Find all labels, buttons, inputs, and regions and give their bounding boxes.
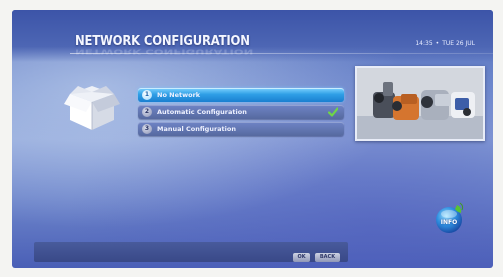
menu-item-number: 3	[142, 124, 152, 134]
menu-item-manual-configuration[interactable]: 3 Manual Configuration	[138, 122, 344, 136]
ok-button[interactable]: OK	[293, 253, 310, 262]
menu-item-automatic-configuration[interactable]: 2 Automatic Configuration	[138, 105, 344, 119]
page-title-reflection: NETWORK CONFIGURATION	[75, 47, 254, 56]
info-orb-icon[interactable]	[432, 201, 466, 235]
menu-list: 1 No Network 2 Automatic Configuration 3…	[138, 88, 344, 139]
tv-screen: NETWORK CONFIGURATION NETWORK CONFIGURAT…	[12, 10, 493, 268]
checkmark-icon	[328, 107, 338, 117]
back-button[interactable]: BACK	[315, 253, 340, 262]
camcorders-photo	[357, 68, 483, 139]
menu-item-no-network[interactable]: 1 No Network	[138, 88, 344, 102]
menu-item-number: 2	[142, 107, 152, 117]
clock-date: TUE 26 JUL	[442, 40, 475, 47]
clock: 14:35 • TUE 26 JUL	[415, 40, 475, 47]
menu-item-label: Automatic Configuration	[157, 108, 247, 116]
menu-item-label: No Network	[157, 91, 201, 99]
clock-time: 14:35	[415, 40, 433, 47]
info-label: INFO	[440, 219, 458, 226]
header-divider	[70, 53, 493, 54]
open-box-icon	[64, 86, 120, 130]
menu-item-label: Manual Configuration	[157, 125, 236, 133]
menu-item-number: 1	[142, 90, 152, 100]
preview-image	[355, 66, 485, 141]
